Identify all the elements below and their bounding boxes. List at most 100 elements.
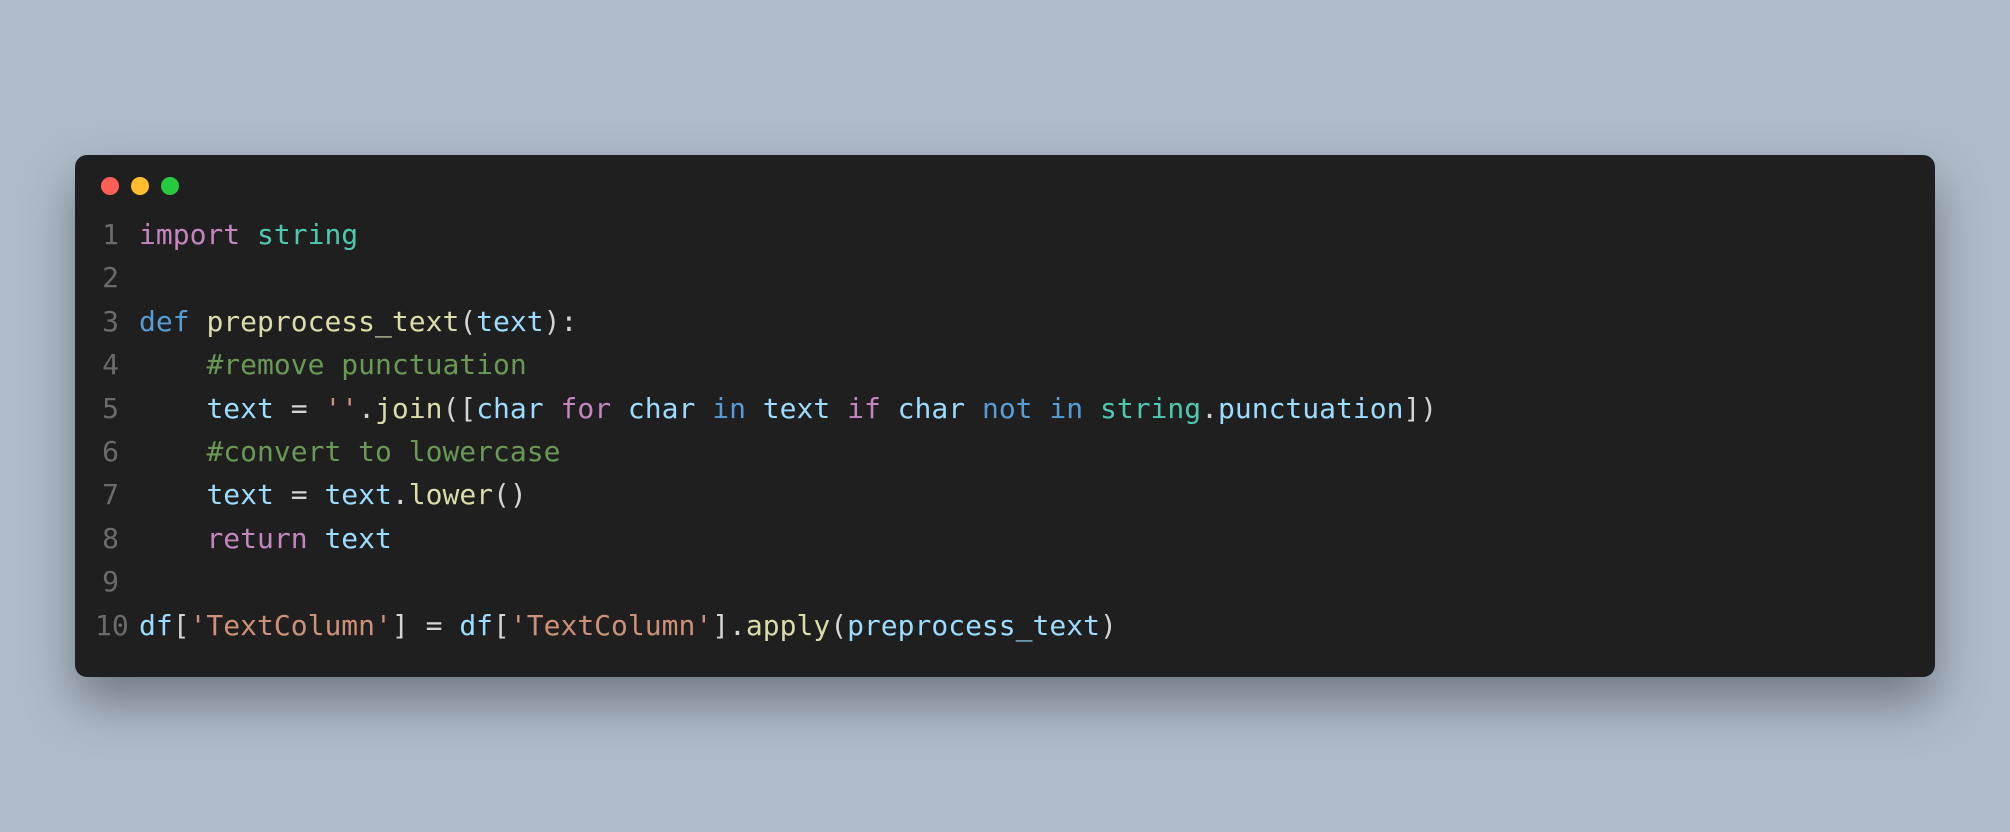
code-content: def preprocess_text(text): (139, 300, 1915, 343)
method-token: apply (746, 609, 830, 642)
space-token (190, 305, 207, 338)
var-token: df (139, 609, 173, 642)
punct-token: : (560, 305, 577, 338)
keyword-token: def (139, 305, 190, 338)
module-token: string (257, 218, 358, 251)
space-token (442, 609, 459, 642)
punct-token: [ (459, 392, 476, 425)
line-number: 6 (95, 430, 139, 473)
var-token: text (324, 522, 391, 555)
string-token: 'TextColumn' (190, 609, 392, 642)
code-content: import string (139, 213, 1915, 256)
space-token (274, 392, 291, 425)
punct-token: ( (459, 305, 476, 338)
indent-token (139, 435, 206, 468)
code-line: 2 (95, 256, 1915, 299)
string-token: '' (324, 392, 358, 425)
module-token: string (1100, 392, 1201, 425)
indent-token (139, 348, 206, 381)
line-number: 5 (95, 387, 139, 430)
punct-token: ) (1420, 392, 1437, 425)
code-editor[interactable]: 1 import string 2 3 def preprocess_text(… (75, 205, 1935, 657)
line-number: 9 (95, 560, 139, 603)
punct-token: ] (1403, 392, 1420, 425)
line-number: 8 (95, 517, 139, 560)
operator-token: = (291, 478, 308, 511)
var-token: text (324, 478, 391, 511)
punct-token: ] (392, 609, 409, 642)
method-token: join (375, 392, 442, 425)
code-window: 1 import string 2 3 def preprocess_text(… (75, 155, 1935, 677)
line-number: 7 (95, 473, 139, 516)
code-content: return text (139, 517, 1915, 560)
param-token: text (476, 305, 543, 338)
space-token (695, 392, 712, 425)
keyword-token: for (560, 392, 611, 425)
space-token (1033, 392, 1050, 425)
code-content: text = ''.join([char for char in text if… (139, 387, 1915, 430)
space-token (308, 478, 325, 511)
punct-token: [ (173, 609, 190, 642)
funcname-token: preprocess_text (206, 305, 459, 338)
var-token: text (763, 392, 830, 425)
code-content: #convert to lowercase (139, 430, 1915, 473)
var-token: text (206, 392, 273, 425)
code-content: #remove punctuation (139, 343, 1915, 386)
keyword-token: return (206, 522, 307, 555)
keyword-token: in (712, 392, 746, 425)
comment-token: #convert to lowercase (206, 435, 560, 468)
punct-token: ) (544, 305, 561, 338)
line-number: 1 (95, 213, 139, 256)
punct-token: ( (830, 609, 847, 642)
code-content: text = text.lower() (139, 473, 1915, 516)
space-token (746, 392, 763, 425)
keyword-token: if (847, 392, 881, 425)
space-token (240, 218, 257, 251)
punct-token: ( (442, 392, 459, 425)
space-token (308, 522, 325, 555)
line-number: 2 (95, 256, 139, 299)
space-token (544, 392, 561, 425)
punct-token: ( (493, 478, 510, 511)
punct-token: ) (1100, 609, 1117, 642)
space-token (274, 478, 291, 511)
punct-token: . (392, 478, 409, 511)
indent-token (139, 522, 206, 555)
line-number: 4 (95, 343, 139, 386)
code-line: 1 import string (95, 213, 1915, 256)
var-token: text (206, 478, 273, 511)
punct-token: ] (712, 609, 729, 642)
code-line: 10 df['TextColumn'] = df['TextColumn'].a… (95, 604, 1915, 647)
arg-token: preprocess_text (847, 609, 1100, 642)
operator-token: = (426, 609, 443, 642)
method-token: lower (409, 478, 493, 511)
code-line: 7 text = text.lower() (95, 473, 1915, 516)
comment-token: #remove punctuation (206, 348, 526, 381)
code-line: 9 (95, 560, 1915, 603)
code-content: df['TextColumn'] = df['TextColumn'].appl… (139, 604, 1915, 647)
string-token: 'TextColumn' (510, 609, 712, 642)
punct-token: . (729, 609, 746, 642)
space-token (308, 392, 325, 425)
minimize-icon[interactable] (131, 177, 149, 195)
space-token (409, 609, 426, 642)
space-token (1083, 392, 1100, 425)
keyword-token: in (1049, 392, 1083, 425)
var-token: df (459, 609, 493, 642)
punct-token: . (358, 392, 375, 425)
close-icon[interactable] (101, 177, 119, 195)
window-titlebar (75, 155, 1935, 205)
var-token: char (628, 392, 695, 425)
indent-token (139, 478, 206, 511)
line-number: 10 (95, 604, 139, 647)
maximize-icon[interactable] (161, 177, 179, 195)
code-line: 3 def preprocess_text(text): (95, 300, 1915, 343)
keyword-token: import (139, 218, 240, 251)
code-line: 6 #convert to lowercase (95, 430, 1915, 473)
line-number: 3 (95, 300, 139, 343)
space-token (881, 392, 898, 425)
code-line: 4 #remove punctuation (95, 343, 1915, 386)
attr-token: punctuation (1218, 392, 1403, 425)
punct-token: [ (493, 609, 510, 642)
keyword-token: not (982, 392, 1033, 425)
